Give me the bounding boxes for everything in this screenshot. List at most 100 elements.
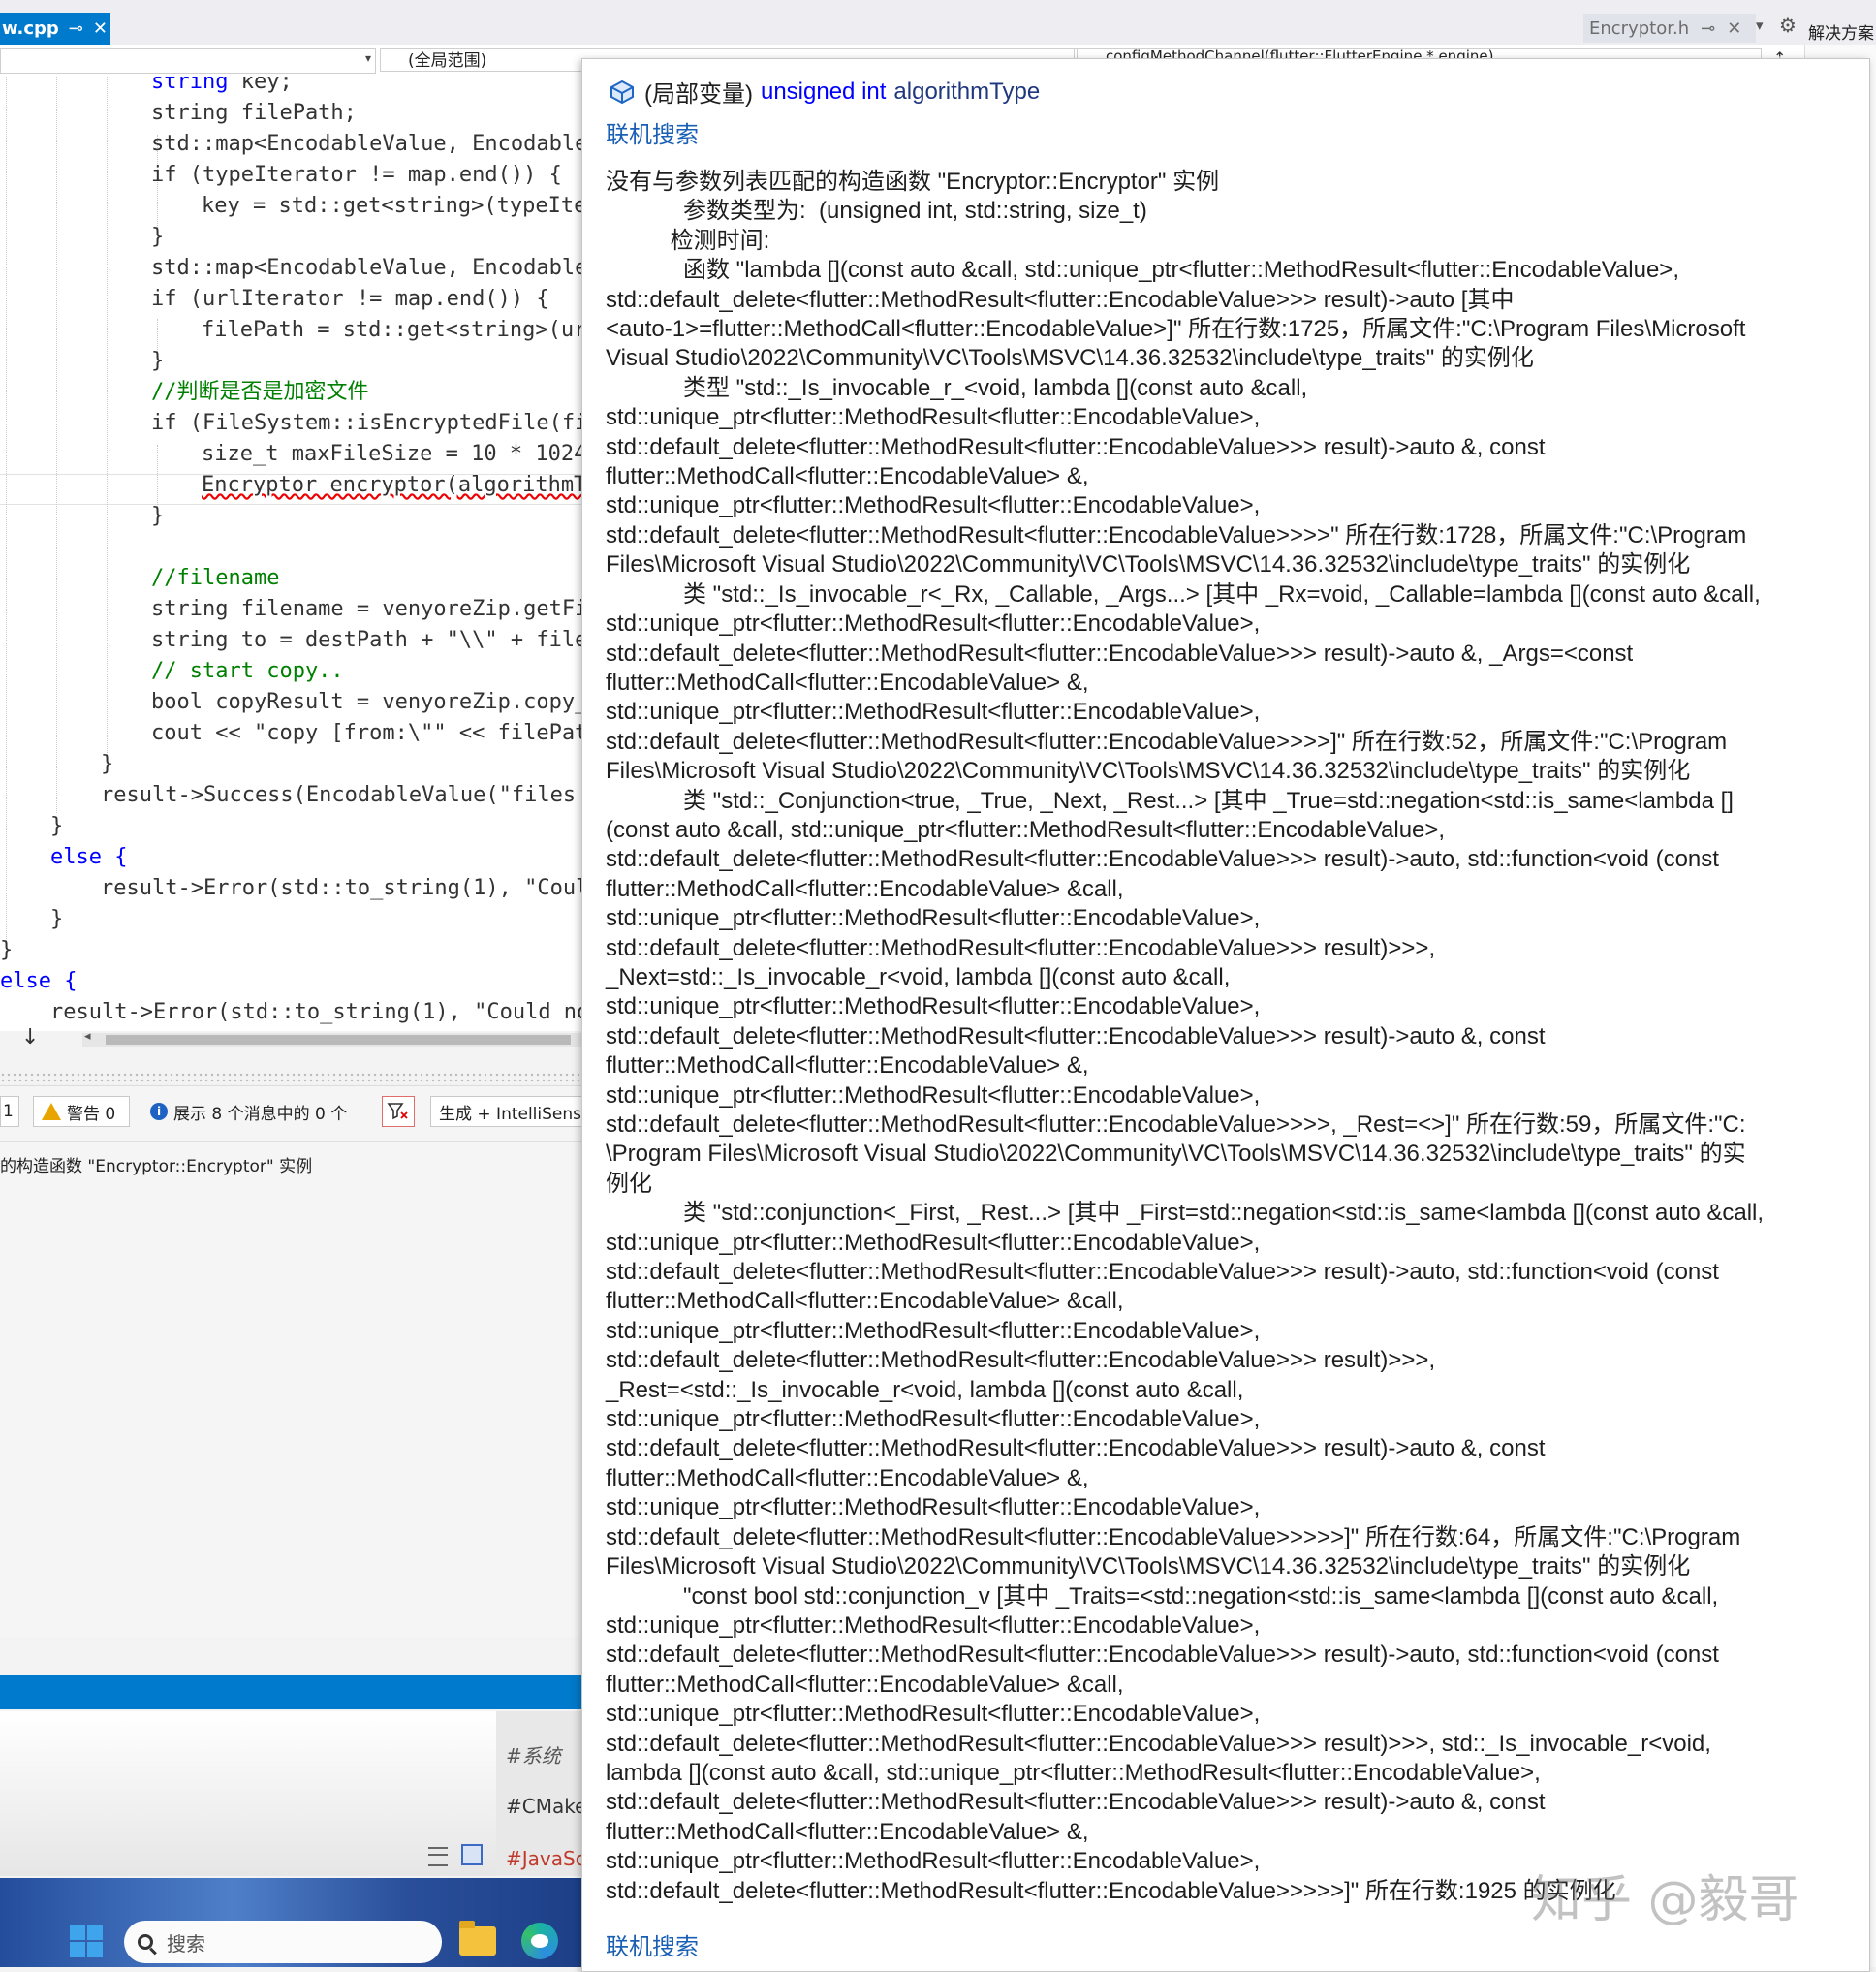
- tab-w-cpp-label: w.cpp: [2, 18, 59, 39]
- error-detail-line: <auto-1>=flutter::MethodCall<flutter::En…: [606, 316, 1746, 343]
- code-line: }: [50, 907, 64, 931]
- document-tab-strip: w.cpp ⊸ ✕ Encryptor.h ⊸ ✕ ▾ ⚙ 解决方案: [0, 0, 1876, 46]
- error-detail-line: flutter::MethodCall<flutter::EncodableVa…: [606, 1671, 1124, 1698]
- tag-panel: #系统 #CMake #JavaSc: [496, 1711, 586, 1876]
- tab-encryptor-h-label: Encryptor.h: [1589, 17, 1690, 39]
- file-explorer-icon[interactable]: [459, 1921, 496, 1956]
- code-comment: // start copy..: [151, 659, 344, 683]
- code-line: filePath = std::get<string>(ur: [202, 318, 581, 342]
- tag-item[interactable]: #JavaSc: [506, 1847, 586, 1870]
- arrow-down-icon[interactable]: ↓: [21, 1025, 39, 1049]
- error-detail-line: (const auto &call, std::unique_ptr<flutt…: [606, 816, 1446, 843]
- edge-browser-icon[interactable]: [521, 1923, 558, 1959]
- error-detail-line: std::unique_ptr<flutter::MethodResult<fl…: [606, 492, 1261, 519]
- messages-filter-button[interactable]: i 展示 8 个消息中的 0 个: [141, 1096, 366, 1127]
- code-line: }: [151, 349, 165, 373]
- error-detail-line: 类 "std::_Is_invocable_r<_Rx, _Callable, …: [606, 580, 1761, 608]
- error-list-panel: 1 警告 0 i 展示 8 个消息中的 0 个 生成 + IntelliSens…: [0, 1085, 591, 1637]
- error-detail-line: std::default_delete<flutter::MethodResul…: [606, 1435, 1546, 1462]
- code-line: key = std::get<string>(typeIte: [202, 194, 581, 218]
- status-bar: [0, 1675, 581, 1709]
- window-icon[interactable]: [461, 1844, 483, 1865]
- code-line: }: [0, 938, 14, 962]
- error-detail-line: 函数 "lambda [](const auto &call, std::uni…: [606, 257, 1679, 284]
- list-view-icon[interactable]: [428, 1847, 448, 1866]
- code-line: result->Error(std::to_string(1), "Could …: [50, 1000, 581, 1024]
- view-toggle-group: [428, 1844, 483, 1866]
- error-detail-line: std::default_delete<flutter::MethodResul…: [606, 286, 1515, 313]
- chevron-left-icon[interactable]: ◂: [84, 1029, 91, 1044]
- code-line: std::map<EncodableValue, Encodable: [151, 256, 581, 280]
- error-detail-line: std::unique_ptr<flutter::MethodResult<fl…: [606, 993, 1261, 1020]
- tooltip-header: (局部变量) unsigned int algorithmType: [608, 75, 1040, 109]
- chevron-down-icon: ▾: [364, 51, 371, 65]
- error-detail-line: 没有与参数列表匹配的构造函数 "Encryptor::Encryptor" 实例: [606, 169, 1220, 195]
- scrollbar-thumb[interactable]: [106, 1035, 571, 1045]
- symbol-name: algorithmType: [893, 78, 1041, 105]
- error-detail-line: \Program Files\Microsoft Visual Studio\2…: [606, 1141, 1746, 1168]
- online-search-link[interactable]: 联机搜索: [606, 115, 699, 149]
- solution-explorer-title: 解决方案: [1808, 24, 1874, 44]
- code-editor[interactable]: string key; string filePath; std::map<En…: [0, 77, 581, 1031]
- taskbar-search[interactable]: 搜索: [124, 1921, 442, 1963]
- error-detail-line: std::unique_ptr<flutter::MethodResult<fl…: [606, 1494, 1261, 1521]
- error-detail-line: std::default_delete<flutter::MethodResul…: [606, 1642, 1719, 1669]
- chevron-down-icon[interactable]: ▾: [1756, 16, 1764, 34]
- quick-info-tooltip: (局部变量) unsigned int algorithmType 联机搜索 没…: [581, 58, 1870, 1972]
- horizontal-scrollbar[interactable]: ◂: [82, 1029, 581, 1047]
- error-detail-line: flutter::MethodCall<flutter::EncodableVa…: [606, 1464, 1089, 1491]
- tab-w-cpp[interactable]: w.cpp ⊸ ✕: [0, 13, 110, 45]
- gear-icon[interactable]: ⚙: [1779, 14, 1797, 37]
- windows-start-icon[interactable]: [70, 1925, 103, 1957]
- tag-item[interactable]: #系统: [506, 1740, 561, 1769]
- error-detail-line: "const bool std::conjunction_v [其中 _Trai…: [606, 1582, 1719, 1610]
- error-details: 没有与参数列表匹配的构造函数 "Encryptor::Encryptor" 实例…: [606, 168, 1856, 1906]
- error-detail-line: flutter::MethodCall<flutter::EncodableVa…: [606, 463, 1089, 490]
- pin-icon[interactable]: ⊸: [1701, 18, 1715, 39]
- close-icon[interactable]: ✕: [1727, 18, 1741, 39]
- error-detail-line: std::unique_ptr<flutter::MethodResult<fl…: [606, 610, 1261, 638]
- code-line: string to = destPath + "\\" + file: [151, 628, 581, 652]
- error-detail-line: std::default_delete<flutter::MethodResul…: [606, 1730, 1711, 1757]
- code-line: if (urlIterator != map.end()) {: [151, 287, 549, 311]
- close-icon[interactable]: ✕: [93, 18, 108, 39]
- indent-guide: [56, 77, 57, 813]
- error-detail-line: std::unique_ptr<flutter::MethodResult<fl…: [606, 1081, 1261, 1109]
- project-dropdown[interactable]: ▾: [0, 48, 376, 74]
- warnings-filter-button[interactable]: 警告 0: [33, 1096, 130, 1127]
- error-detail-line: std::default_delete<flutter::MethodResul…: [606, 728, 1728, 755]
- tag-item[interactable]: #CMake: [506, 1795, 586, 1818]
- error-detail-line: std::default_delete<flutter::MethodResul…: [606, 521, 1747, 548]
- symbol-type: unsigned int: [760, 78, 887, 105]
- code-comment: //判断是否是加密文件: [151, 380, 369, 404]
- panel-splitter[interactable]: [0, 1072, 581, 1085]
- info-icon: i: [150, 1103, 168, 1120]
- taskbar-search-placeholder: 搜索: [167, 1931, 205, 1956]
- error-detail-line: std::unique_ptr<flutter::MethodResult<fl…: [606, 1612, 1261, 1639]
- warnings-label: 警告 0: [67, 1104, 116, 1124]
- filter-icon[interactable]: [382, 1096, 415, 1127]
- code-line: string filePath;: [151, 101, 357, 125]
- code-line: if (FileSystem::isEncryptedFile(fi: [151, 411, 581, 435]
- error-detail-line: 参数类型为: (unsigned int, std::string, size_…: [606, 198, 1147, 225]
- code-line: else {: [50, 845, 128, 869]
- pin-icon[interactable]: ⊸: [69, 18, 83, 39]
- build-intellisense-dropdown[interactable]: 生成 + IntelliSense: [430, 1096, 591, 1127]
- error-detail-line: flutter::MethodCall<flutter::EncodableVa…: [606, 875, 1124, 902]
- error-detail-line: Visual Studio\2022\Community\VC\Tools\MS…: [606, 345, 1534, 372]
- error-detail-line: std::default_delete<flutter::MethodResul…: [606, 1259, 1719, 1286]
- error-detail-line: flutter::MethodCall<flutter::EncodableVa…: [606, 1288, 1124, 1315]
- code-line: }: [101, 752, 114, 776]
- code-comment: //filename: [151, 566, 280, 590]
- indent-guide: [107, 77, 108, 755]
- symbol-kind: (局部变量): [644, 81, 753, 108]
- error-detail-line: std::unique_ptr<flutter::MethodResult<fl…: [606, 699, 1261, 726]
- online-search-link-bottom[interactable]: 联机搜索: [606, 1927, 699, 1961]
- errors-filter-button[interactable]: 1: [0, 1096, 19, 1127]
- code-line: std::map<EncodableValue, Encodable: [151, 132, 581, 156]
- error-row[interactable]: 的构造函数 "Encryptor::Encryptor" 实例: [0, 1152, 312, 1176]
- error-detail-line: std::unique_ptr<flutter::MethodResult<fl…: [606, 1406, 1261, 1433]
- error-detail-line: std::unique_ptr<flutter::MethodResult<fl…: [606, 905, 1261, 932]
- tab-encryptor-h[interactable]: Encryptor.h ⊸ ✕: [1583, 14, 1756, 43]
- error-squiggle[interactable]: Encryptor encryptor(algorithmT: [202, 473, 581, 497]
